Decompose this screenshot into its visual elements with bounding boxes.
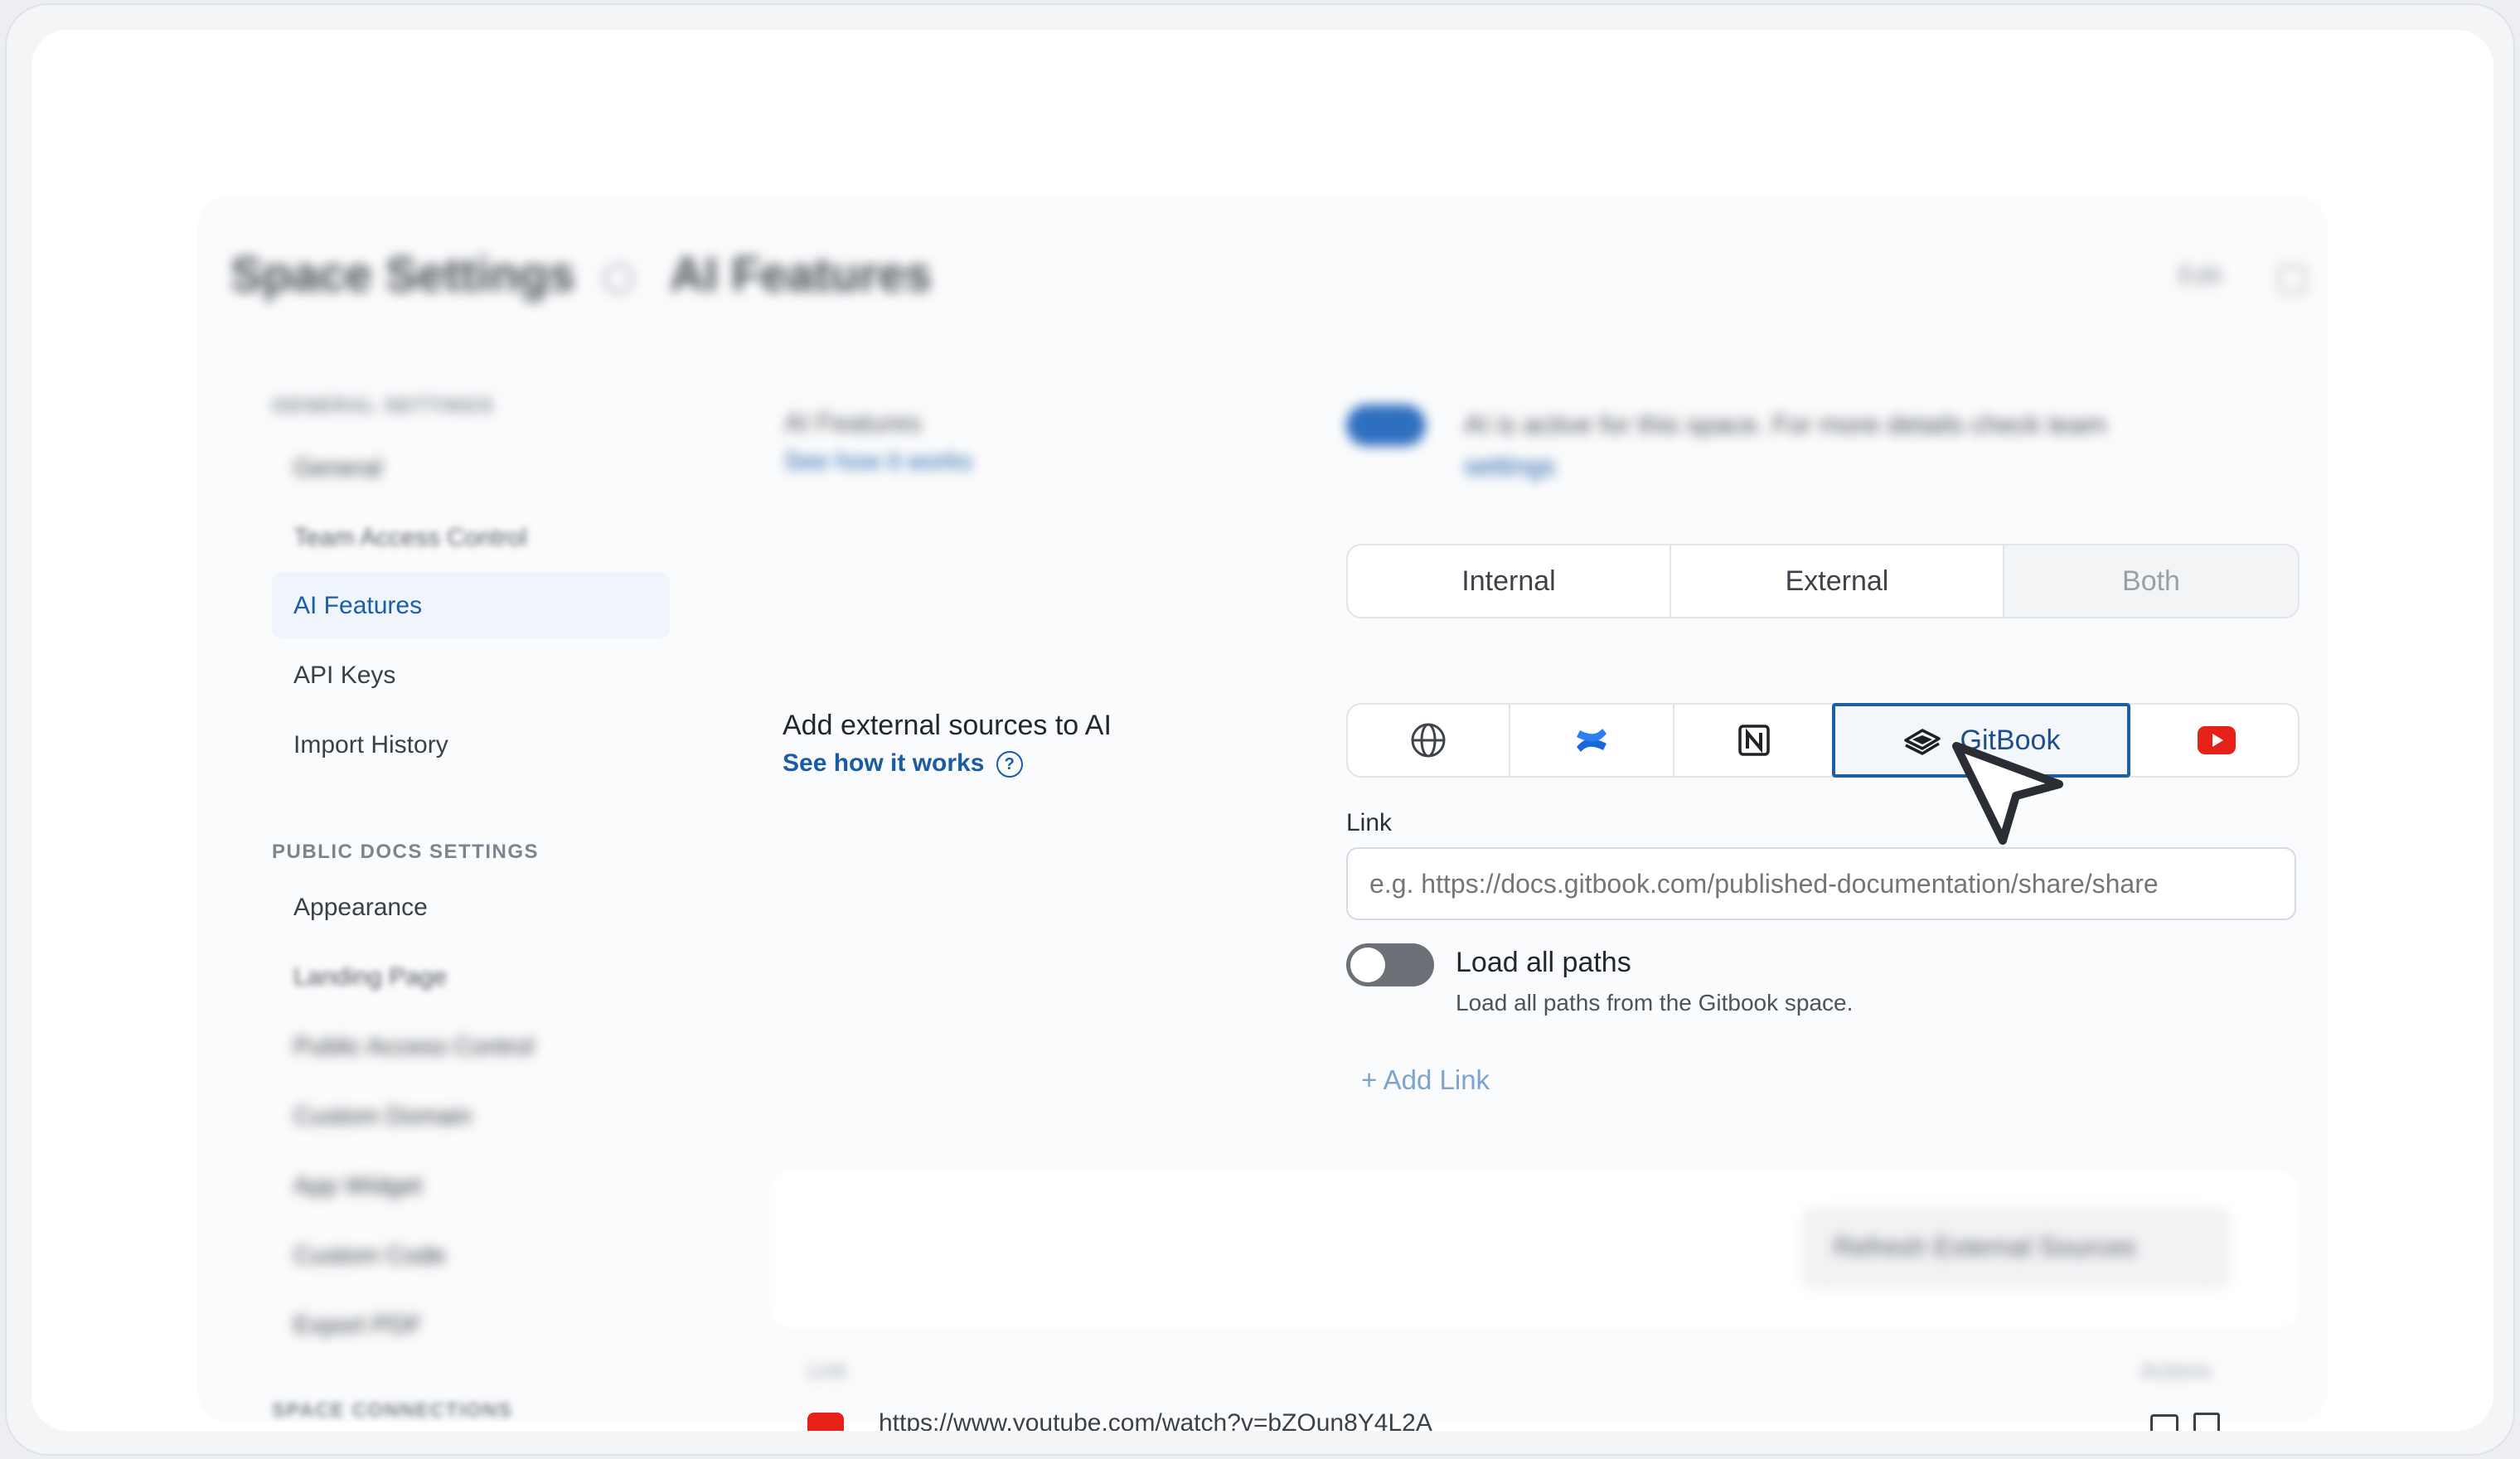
sidebar-heading-public-docs: PUBLIC DOCS SETTINGS — [272, 841, 540, 863]
source-type-selector — [1346, 703, 2300, 778]
sidebar-item-team-access-control[interactable]: Team Access Control — [293, 524, 527, 552]
confluence-icon — [1577, 729, 1606, 752]
sidebar-heading-general: GENERAL SETTINGS — [272, 395, 494, 417]
sidebar-item-ai-features[interactable]: AI Features — [293, 592, 422, 620]
add-link-button[interactable]: + Add Link — [1361, 1064, 1490, 1096]
mouse-cursor-icon — [1952, 742, 2063, 845]
load-all-paths-label: Load all paths — [1456, 947, 1631, 978]
source-notion-button[interactable] — [1674, 705, 1834, 776]
external-sources-how-link[interactable]: See how it works ? — [783, 749, 1023, 778]
tab-internal[interactable]: Internal — [1348, 545, 1671, 617]
ai-features-how-link[interactable]: See how it works — [784, 448, 972, 476]
load-all-paths-toggle[interactable] — [1346, 943, 1434, 986]
sidebar-item-general[interactable]: General — [293, 454, 382, 482]
youtube-icon — [2198, 726, 2236, 754]
team-settings-link[interactable]: settings — [1464, 451, 1555, 482]
sidebar-item-custom-code[interactable]: Custom Code — [293, 1242, 445, 1270]
page-canvas: Space Settings AI Features Edit GENERAL … — [32, 30, 2493, 1431]
sidebar-item-custom-domain[interactable]: Custom Domain — [293, 1103, 472, 1131]
source-web-button[interactable] — [1348, 705, 1510, 776]
table-header-actions: Actions — [2140, 1358, 2212, 1383]
ai-features-label: AI Features — [784, 408, 922, 438]
tab-both[interactable]: Both — [2004, 545, 2298, 617]
refresh-sources-button[interactable]: Refresh External Sources — [1800, 1207, 2232, 1290]
sidebar-item-import-history[interactable]: Import History — [293, 731, 448, 759]
edit-row-icon[interactable] — [2150, 1414, 2178, 1431]
how-link-text: See how it works — [783, 749, 985, 777]
source-confluence-button[interactable] — [1510, 705, 1674, 776]
help-icon: ? — [996, 751, 1023, 778]
ai-enabled-toggle[interactable] — [1346, 405, 1426, 446]
tab-external[interactable]: External — [1671, 545, 2004, 617]
sidebar-heading-space-connections: SPACE CONNECTIONS — [272, 1399, 513, 1422]
table-header-link: Link — [807, 1358, 847, 1383]
sidebar-item-public-access-control[interactable]: Public Access Control — [293, 1033, 534, 1061]
sidebar-item-appearance[interactable]: Appearance — [293, 894, 428, 922]
gitbook-icon — [1903, 729, 1941, 755]
link-input[interactable] — [1346, 847, 2296, 920]
page-title: Space Settings — [230, 248, 575, 302]
more-icon[interactable] — [2278, 265, 2306, 293]
external-sources-title: Add external sources to AI — [783, 710, 1112, 741]
load-all-paths-description: Load all paths from the Gitbook space. — [1456, 990, 1854, 1015]
row-youtube-icon — [807, 1413, 844, 1431]
sidebar-item-app-widget[interactable]: App Widget — [293, 1172, 422, 1200]
sidebar-item-export-pdf[interactable]: Export PDF — [293, 1311, 422, 1340]
toggle-knob — [1350, 948, 1385, 982]
globe-icon — [1411, 723, 1446, 758]
section-title: AI Features — [670, 248, 932, 302]
audience-tabs: Internal External Both — [1346, 544, 2300, 618]
source-youtube-button[interactable] — [2135, 705, 2298, 776]
refresh-sources-label: Refresh External Sources — [1834, 1232, 2136, 1262]
screenshot-frame: Space Settings AI Features Edit GENERAL … — [5, 3, 2515, 1456]
header-edit-button[interactable]: Edit — [2178, 262, 2222, 290]
ai-status-text: AI is active for this space. For more de… — [1464, 410, 2107, 439]
sidebar-item-api-keys[interactable]: API Keys — [293, 662, 395, 690]
notion-icon — [1738, 725, 1770, 756]
link-label: Link — [1346, 809, 1393, 836]
delete-row-icon[interactable] — [2193, 1413, 2220, 1431]
chevron-right-icon — [603, 264, 633, 293]
sidebar-item-landing-page[interactable]: Landing Page — [293, 963, 447, 991]
table-row-url[interactable]: https://www.youtube.com/watch?v=bZQun8Y4… — [879, 1409, 1432, 1431]
